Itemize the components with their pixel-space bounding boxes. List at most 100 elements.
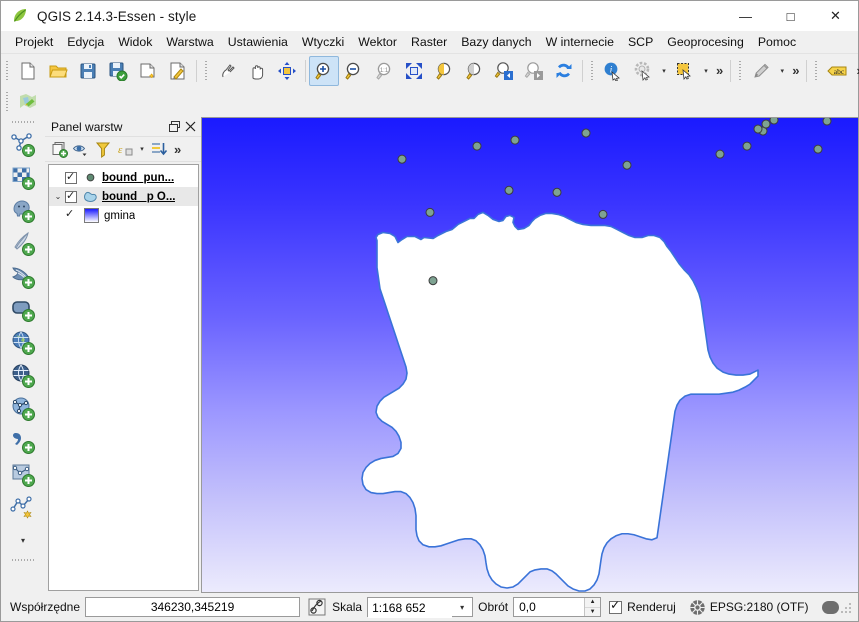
add-mssql-layer-icon[interactable] xyxy=(6,260,40,293)
menu-ustawienia[interactable]: Ustawienia xyxy=(221,33,295,51)
toggle-editing-icon[interactable] xyxy=(746,56,776,86)
toolbar-grip[interactable] xyxy=(10,119,36,126)
rotation-step-down[interactable]: ▼ xyxy=(585,607,601,616)
select-features-icon[interactable] xyxy=(670,56,700,86)
menu-bazy-danych[interactable]: Bazy danych xyxy=(454,33,538,51)
toolbar-overflow-button[interactable]: » xyxy=(788,63,803,78)
point-feature[interactable] xyxy=(553,188,561,196)
expression-filter-icon[interactable]: ε xyxy=(114,138,136,160)
point-feature[interactable] xyxy=(716,150,724,158)
menu-edycja[interactable]: Edycja xyxy=(60,33,111,51)
zoom-full-icon[interactable] xyxy=(399,56,429,86)
point-feature[interactable] xyxy=(473,142,481,150)
zoom-out-icon[interactable] xyxy=(339,56,369,86)
chevron-down-icon[interactable]: ▾ xyxy=(6,524,40,557)
chevron-down-icon[interactable]: ▾ xyxy=(136,145,148,153)
crs-globe-icon[interactable] xyxy=(687,596,708,618)
point-feature[interactable] xyxy=(426,208,434,216)
menu-pomoc[interactable]: Pomoc xyxy=(751,33,803,51)
new-print-composer-icon[interactable] xyxy=(133,56,163,86)
menu-wektor[interactable]: Wektor xyxy=(351,33,404,51)
layer-visibility-checkbox[interactable] xyxy=(65,189,77,203)
point-feature[interactable] xyxy=(743,142,751,150)
toggle-extents-icon[interactable] xyxy=(306,596,327,618)
toolbar-overflow-button[interactable]: » xyxy=(852,63,859,78)
menu-projekt[interactable]: Projekt xyxy=(8,33,60,51)
undock-icon[interactable] xyxy=(166,119,182,135)
toolbar-grip[interactable] xyxy=(10,557,36,564)
chevron-down-icon[interactable]: ▾ xyxy=(452,598,472,616)
menu-wtyczki[interactable]: Wtyczki xyxy=(295,33,351,51)
pan-map-icon[interactable] xyxy=(242,56,272,86)
layers-toolbar-overflow-button[interactable]: » xyxy=(170,142,185,157)
add-wfs-layer-icon[interactable] xyxy=(6,392,40,425)
point-feature[interactable] xyxy=(814,145,822,153)
zoom-native-icon[interactable]: 1:1 xyxy=(369,56,399,86)
point-feature[interactable] xyxy=(511,136,519,144)
point-feature[interactable] xyxy=(623,161,631,169)
rotation-stepper[interactable]: ▲ ▼ xyxy=(584,598,601,616)
menu-warstwa[interactable]: Warstwa xyxy=(159,33,220,51)
render-checkbox[interactable] xyxy=(609,598,623,614)
toolbar-grip[interactable] xyxy=(4,59,11,83)
refresh-icon[interactable] xyxy=(549,56,579,86)
zoom-next-icon[interactable] xyxy=(519,56,549,86)
manage-layer-visibility-icon[interactable] xyxy=(70,138,92,160)
zoom-to-layer-icon[interactable] xyxy=(459,56,489,86)
menu-scp[interactable]: SCP xyxy=(621,33,660,51)
close-button[interactable]: ✕ xyxy=(813,1,858,31)
save-project-as-icon[interactable] xyxy=(103,56,133,86)
point-feature[interactable] xyxy=(754,125,762,133)
new-memory-layer-icon[interactable] xyxy=(6,491,40,524)
toolbar-overflow-button[interactable]: » xyxy=(712,63,727,78)
minimize-button[interactable]: — xyxy=(723,1,768,31)
point-feature[interactable] xyxy=(398,155,406,163)
identify-features-icon[interactable]: i xyxy=(598,56,628,86)
add-wcs-layer-icon[interactable] xyxy=(6,359,40,392)
window-resize-grip[interactable] xyxy=(840,601,853,613)
menu-raster[interactable]: Raster xyxy=(404,33,454,51)
touch-zoom-icon[interactable] xyxy=(212,56,242,86)
rotation-spinbox[interactable]: 0,0 ▲ ▼ xyxy=(513,597,602,617)
filter-legend-icon[interactable] xyxy=(92,138,114,160)
add-vector-layer-icon[interactable] xyxy=(6,128,40,161)
coordinate-input[interactable]: 346230,345219 xyxy=(85,597,301,617)
toolbar-grip[interactable] xyxy=(203,59,210,83)
add-wms-layer-icon[interactable] xyxy=(6,326,40,359)
rotation-step-up[interactable]: ▲ xyxy=(585,598,601,608)
toolbar-grip[interactable] xyxy=(813,59,820,83)
layer-bound-poligon[interactable]: ⌄ bound_ p O... xyxy=(49,187,198,206)
composer-manager-icon[interactable] xyxy=(163,56,193,86)
layer-tree[interactable]: bound_pun... ⌄ bound_ p O... xyxy=(48,164,199,591)
add-delimited-text-layer-icon[interactable] xyxy=(6,425,40,458)
save-project-icon[interactable] xyxy=(73,56,103,86)
new-shapefile-layer-icon[interactable] xyxy=(6,458,40,491)
toolbar-grip[interactable] xyxy=(4,90,11,114)
point-feature[interactable] xyxy=(429,277,437,285)
menu-widok[interactable]: Widok xyxy=(111,33,159,51)
label-abc-icon[interactable]: abc xyxy=(822,56,852,86)
new-project-icon[interactable] xyxy=(13,56,43,86)
add-raster-layer-icon[interactable] xyxy=(6,161,40,194)
menu-w-internecie[interactable]: W internecie xyxy=(539,33,621,51)
point-feature[interactable] xyxy=(823,118,831,125)
point-feature[interactable] xyxy=(599,210,607,218)
close-icon[interactable] xyxy=(182,119,198,135)
add-group-icon[interactable] xyxy=(48,138,70,160)
layer-bound-punkty[interactable]: bound_pun... xyxy=(49,168,198,187)
pan-to-selection-icon[interactable] xyxy=(272,56,302,86)
point-feature[interactable] xyxy=(770,118,778,124)
scale-combobox[interactable]: 1:168 652 ▾ xyxy=(367,597,474,618)
open-project-icon[interactable] xyxy=(43,56,73,86)
point-feature[interactable] xyxy=(505,186,513,194)
run-feature-action-icon[interactable] xyxy=(628,56,658,86)
chevron-down-icon[interactable]: ▾ xyxy=(658,67,670,75)
layer-visibility-checkbox[interactable] xyxy=(65,170,77,184)
zoom-in-icon[interactable] xyxy=(309,55,339,86)
chevron-down-icon[interactable]: ▾ xyxy=(776,67,788,75)
map-canvas[interactable] xyxy=(201,117,858,593)
polygon-feature-gmina[interactable] xyxy=(362,212,758,591)
scp-plugin-icon[interactable] xyxy=(13,87,43,117)
expander-toggle[interactable]: ⌄ xyxy=(51,192,65,201)
maximize-button[interactable]: □ xyxy=(768,1,813,31)
